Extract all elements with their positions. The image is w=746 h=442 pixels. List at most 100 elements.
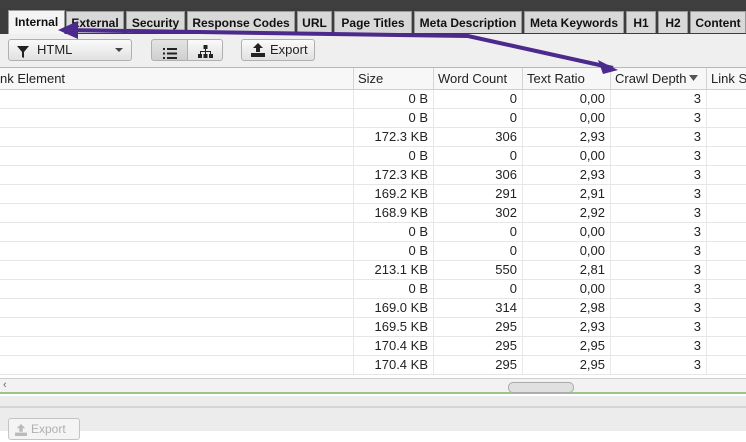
cell-text-ratio: 2,91 [523,185,611,203]
cell-text-ratio: 0,00 [523,223,611,241]
tab-url[interactable]: URL [297,11,332,33]
tab-internal[interactable]: Internal [8,10,65,34]
cell-link-score [707,356,746,374]
cell-crawl-depth: 3 [611,337,707,355]
table-row[interactable]: 172.3 KB 306 2,93 3 [0,128,746,147]
cell-crawl-depth: 3 [611,223,707,241]
cell-link-element [0,261,354,279]
horizontal-scrollbar[interactable]: ‹ [0,378,746,394]
bottom-export-label: Export [31,422,66,436]
cell-size: 170.4 KB [354,356,434,374]
column-text-ratio[interactable]: Text Ratio [523,68,611,89]
scrollbar-thumb[interactable] [508,382,574,393]
cell-size: 0 B [354,147,434,165]
table-row[interactable]: 169.5 KB 295 2,93 3 [0,318,746,337]
cell-link-score [707,185,746,203]
table-row[interactable]: 0 B 0 0,00 3 [0,223,746,242]
cell-word-count: 295 [434,337,523,355]
table-row[interactable]: 213.1 KB 550 2,81 3 [0,261,746,280]
cell-crawl-depth: 3 [611,299,707,317]
cell-crawl-depth: 3 [611,280,707,298]
list-view-button[interactable] [151,39,188,61]
column-crawl-depth[interactable]: Crawl Depth [611,68,707,89]
cell-size: 169.5 KB [354,318,434,336]
toolbar: HTML Export [0,34,746,68]
panel-divider[interactable] [0,406,746,408]
cell-link-element [0,318,354,336]
tab-response-codes[interactable]: Response Codes [187,11,295,33]
cell-text-ratio: 0,00 [523,90,611,108]
scroll-left-icon[interactable]: ‹ [3,379,7,391]
cell-word-count: 306 [434,166,523,184]
cell-link-score [707,242,746,260]
column-link-score[interactable]: Link S [707,68,746,89]
tab-content[interactable]: Content [690,11,746,33]
column-size[interactable]: Size [354,68,434,89]
table-row[interactable]: 0 B 0 0,00 3 [0,90,746,109]
cell-size: 0 B [354,109,434,127]
tab-external[interactable]: External [66,11,124,33]
cell-word-count: 295 [434,318,523,336]
tab-meta-description[interactable]: Meta Description [414,11,522,33]
table-row[interactable]: 0 B 0 0,00 3 [0,147,746,166]
cell-link-element [0,280,354,298]
table-row[interactable]: 0 B 0 0,00 3 [0,242,746,261]
crawl-depth-label: Crawl Depth [615,71,687,86]
cell-link-element [0,242,354,260]
cell-text-ratio: 2,81 [523,261,611,279]
cell-link-score [707,299,746,317]
table-body: 0 B 0 0,00 3 0 B 0 0,00 3 172.3 KB 306 2,93 3 0 B 0 0,… [0,90,746,378]
cell-link-score [707,166,746,184]
cell-link-score [707,318,746,336]
cell-crawl-depth: 3 [611,90,707,108]
bottom-export-button[interactable]: Export [8,418,80,440]
table-row[interactable]: 170.4 KB 295 2,95 3 [0,337,746,356]
list-icon [163,45,177,65]
cell-word-count: 0 [434,242,523,260]
cell-size: 213.1 KB [354,261,434,279]
cell-crawl-depth: 3 [611,318,707,336]
cell-link-score [707,261,746,279]
cell-link-score [707,128,746,146]
table-row[interactable]: 170.4 KB 295 2,95 3 [0,356,746,375]
cell-text-ratio: 0,00 [523,280,611,298]
cell-text-ratio: 2,95 [523,337,611,355]
table-row[interactable]: 0 B 0 0,00 3 [0,280,746,299]
cell-crawl-depth: 3 [611,204,707,222]
table-row[interactable]: 168.9 KB 302 2,92 3 [0,204,746,223]
cell-word-count: 0 [434,223,523,241]
cell-word-count: 295 [434,356,523,374]
cell-size: 0 B [354,90,434,108]
filter-dropdown[interactable]: HTML [8,39,132,61]
tab-page-titles[interactable]: Page Titles [334,11,412,33]
cell-link-element [0,166,354,184]
cell-crawl-depth: 3 [611,128,707,146]
tab-security[interactable]: Security [126,11,185,33]
cell-link-score [707,90,746,108]
cell-crawl-depth: 3 [611,109,707,127]
table-header: nk Element Size Word Count Text Ratio Cr… [0,68,746,90]
cell-size: 172.3 KB [354,166,434,184]
table-row[interactable]: 169.0 KB 314 2,98 3 [0,299,746,318]
table-row[interactable]: 172.3 KB 306 2,93 3 [0,166,746,185]
cell-word-count: 0 [434,109,523,127]
table-row[interactable]: 169.2 KB 291 2,91 3 [0,185,746,204]
cell-link-element [0,223,354,241]
tree-view-button[interactable] [187,39,223,61]
cell-text-ratio: 0,00 [523,109,611,127]
cell-text-ratio: 0,00 [523,147,611,165]
cell-link-element [0,204,354,222]
cell-link-score [707,204,746,222]
filter-icon [17,44,29,64]
cell-link-element [0,109,354,127]
tab-h2[interactable]: H2 [658,11,688,33]
export-label: Export [270,42,308,57]
column-link-element[interactable]: nk Element [0,68,354,89]
cell-word-count: 550 [434,261,523,279]
tab-meta-keywords[interactable]: Meta Keywords [524,11,624,33]
column-word-count[interactable]: Word Count [434,68,523,89]
tab-h1[interactable]: H1 [626,11,656,33]
table-row[interactable]: 0 B 0 0,00 3 [0,109,746,128]
cell-link-score [707,223,746,241]
export-button[interactable]: Export [241,39,315,61]
